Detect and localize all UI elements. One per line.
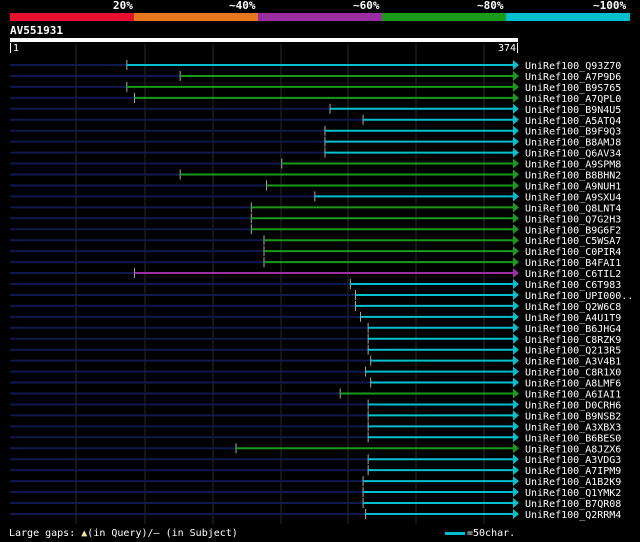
in-subject-label: (in Subject)	[159, 528, 238, 539]
hit-arrow-icon	[513, 300, 519, 311]
hit-arrow-icon	[513, 169, 519, 180]
hit-arrow-icon	[513, 279, 519, 289]
hit-label: UniRef100_C5WSA7	[525, 236, 621, 247]
hits-graph: UniRef100_Q93Z70UniRef100_A7P9D6UniRef10…	[10, 44, 633, 524]
hit-arrow-icon	[513, 487, 519, 498]
hit-arrow-icon	[513, 421, 519, 432]
hit-arrow-icon	[513, 213, 519, 224]
hit-label: UniRef100_B8BHN2	[525, 171, 621, 182]
hit-label: UniRef100_C0PIR4	[525, 247, 621, 258]
hit-label: UniRef100_Q6AV34	[525, 149, 621, 160]
hit-arrow-icon	[513, 202, 519, 213]
hit-arrow-icon	[513, 246, 519, 257]
hit-label: UniRef100_C6T983	[525, 280, 621, 291]
hit-arrow-icon	[513, 92, 519, 103]
hit-arrow-icon	[513, 399, 519, 410]
hit-label: UniRef100_B9F9Q3	[525, 127, 621, 138]
large-gaps-legend: Large gaps: ▲(in Query)/— (in Subject)	[9, 528, 238, 540]
hit-arrow-icon	[513, 158, 519, 169]
hit-arrow-icon	[513, 268, 519, 279]
hit-label: UniRef100_A9SXU4	[525, 192, 621, 203]
hit-label: UniRef100_Q2RRM4	[525, 510, 621, 521]
hit-arrow-icon	[513, 257, 519, 268]
hit-arrow-icon	[513, 508, 519, 519]
hit-arrow-icon	[513, 432, 519, 443]
hit-arrow-icon	[513, 224, 519, 235]
hit-arrow-icon	[513, 377, 519, 388]
hit-arrow-icon	[513, 235, 519, 246]
hit-label: UniRef100_Q213R5	[525, 346, 621, 357]
hit-label: UniRef100_Q2W6C8	[525, 302, 621, 313]
hit-arrow-icon	[513, 191, 519, 202]
hit-label: UniRef100_A3V4B1	[525, 357, 621, 368]
hit-arrow-icon	[513, 388, 519, 399]
hit-label: UniRef100_A7P9D6	[525, 72, 621, 83]
hit-arrow-icon	[513, 366, 519, 377]
hit-label: UniRef100_A3XBX3	[525, 422, 621, 433]
hit-label: UniRef100_B9S765	[525, 83, 621, 94]
hit-arrow-icon	[513, 147, 519, 158]
hit-label: UniRef100_B8AMJ8	[525, 138, 621, 149]
hit-label: UniRef100_Q7G2H3	[525, 214, 621, 225]
hit-label: UniRef100_Q8LNT4	[525, 203, 621, 214]
hit-label: UniRef100_A9SPM8	[525, 160, 621, 171]
hit-label: UniRef100_A9NUH1	[525, 181, 621, 192]
hit-arrow-icon	[513, 465, 519, 476]
hit-arrow-icon	[513, 498, 519, 508]
hit-arrow-icon	[513, 70, 519, 81]
in-query-label: (in Query)/	[87, 528, 154, 539]
scale-text: =50char.	[467, 528, 516, 539]
hit-arrow-icon	[513, 454, 519, 465]
hit-label: UniRef100_Q1YMK2	[525, 488, 621, 499]
hit-label: UniRef100_B7QR08	[525, 499, 621, 510]
hit-label: UniRef100_A6IAI1	[525, 390, 621, 401]
hit-label: UniRef100_B6JHG4	[525, 324, 621, 335]
hit-arrow-icon	[513, 410, 519, 421]
hit-label: UniRef100_A8JZX6	[525, 444, 621, 455]
hit-label: UniRef100_A4U1T9	[525, 313, 621, 324]
hit-arrow-icon	[513, 125, 519, 136]
hit-arrow-icon	[513, 443, 519, 454]
hit-label: UniRef100_A1B2K9	[525, 477, 621, 488]
hit-arrow-icon	[513, 311, 519, 322]
hit-label: UniRef100_B4FAI1	[525, 258, 621, 269]
hit-label: UniRef100_B9NSB2	[525, 411, 621, 422]
scale-legend: =50char.	[445, 528, 515, 540]
hit-label: UniRef100_A7QPL0	[525, 94, 621, 105]
hit-label: UniRef100_B6BES0	[525, 433, 621, 444]
hit-label: UniRef100_B9N4U5	[525, 105, 621, 116]
hit-label: UniRef100_A3VDG3	[525, 455, 621, 466]
hit-arrow-icon	[513, 136, 519, 147]
hit-arrow-icon	[513, 344, 519, 355]
hit-label: UniRef100_C8R1X0	[525, 368, 621, 379]
hit-label: UniRef100_UPI000..	[525, 291, 633, 302]
hit-arrow-icon	[513, 60, 519, 70]
hit-arrow-icon	[513, 322, 519, 333]
hit-label: UniRef100_B9G6F2	[525, 225, 621, 236]
hit-label: UniRef100_D0CRH6	[525, 400, 621, 411]
hit-label: UniRef100_A8LMF6	[525, 379, 621, 390]
hit-arrow-icon	[513, 81, 519, 92]
hit-arrow-icon	[513, 103, 519, 114]
hit-arrow-icon	[513, 333, 519, 344]
hit-arrow-icon	[513, 355, 519, 366]
hit-label: UniRef100_Q93Z70	[525, 61, 621, 72]
hit-label: UniRef100_C6TIL2	[525, 269, 621, 280]
hit-arrow-icon	[513, 114, 519, 125]
hit-label: UniRef100_C8RZK9	[525, 335, 621, 346]
large-gaps-label: Large gaps:	[9, 528, 76, 539]
hit-arrow-icon	[513, 476, 519, 487]
hit-arrow-icon	[513, 180, 519, 191]
hit-arrow-icon	[513, 289, 519, 300]
hit-label: UniRef100_A5ATQ4	[525, 116, 621, 127]
scale-swatch	[445, 531, 465, 535]
hit-label: UniRef100_A7IPM9	[525, 466, 621, 477]
